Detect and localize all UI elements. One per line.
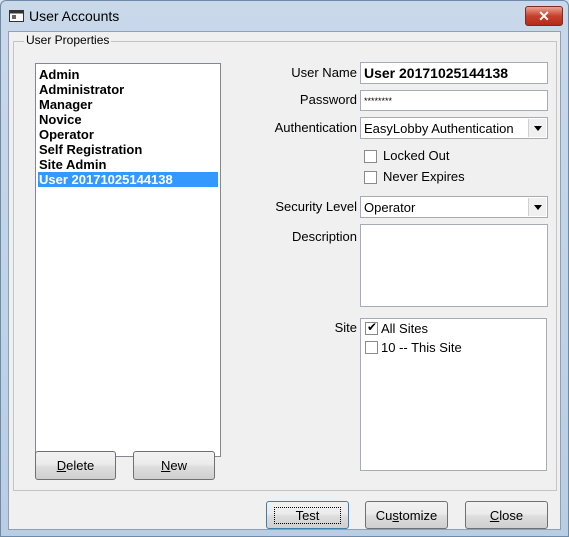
- list-item[interactable]: User 20171025144138: [38, 172, 218, 187]
- description-field[interactable]: [360, 224, 548, 307]
- dialog-client-area: User Properties Admin Administrator Manage…: [8, 31, 561, 530]
- password-field[interactable]: ********: [360, 90, 548, 111]
- window-title: User Accounts: [29, 8, 120, 24]
- check-icon: ✔: [367, 320, 378, 334]
- close-window-button[interactable]: ✕: [525, 6, 563, 26]
- locked-out-label: Locked Out: [383, 148, 450, 163]
- chevron-down-icon[interactable]: [528, 198, 546, 216]
- chevron-down-icon[interactable]: [528, 119, 546, 137]
- security-level-label: Security Level: [275, 199, 357, 214]
- user-name-field[interactable]: User 20171025144138: [360, 62, 548, 84]
- authentication-label: Authentication: [274, 120, 357, 135]
- list-item[interactable]: Manager: [38, 97, 218, 112]
- list-item[interactable]: Operator: [38, 127, 218, 142]
- locked-out-checkbox[interactable]: [364, 150, 377, 163]
- never-expires-label: Never Expires: [383, 169, 465, 184]
- never-expires-checkbox[interactable]: [364, 171, 377, 184]
- list-item[interactable]: Self Registration: [38, 142, 218, 157]
- close-icon: ✕: [538, 7, 550, 24]
- customize-button[interactable]: Cu s tomize: [365, 501, 448, 529]
- list-item[interactable]: Administrator: [38, 82, 218, 97]
- description-label: Description: [291, 229, 357, 244]
- user-name-label: User Name: [291, 65, 357, 80]
- test-button[interactable]: Test: [266, 501, 349, 529]
- site-label: Site: [334, 320, 357, 335]
- password-label: Password: [299, 92, 357, 107]
- site-item-all-sites[interactable]: ✔ All Sites: [365, 320, 428, 336]
- window-icon: [9, 10, 24, 22]
- delete-button[interactable]: Delete: [35, 451, 116, 480]
- site-list[interactable]: ✔ All Sites 10 -- This Site: [360, 318, 547, 471]
- site-item-this-site[interactable]: 10 -- This Site: [365, 340, 462, 355]
- user-list[interactable]: Admin Administrator Manager Novice Operator S…: [35, 63, 221, 457]
- user-accounts-window: User Accounts ✕ User Properties Admin Adm…: [0, 0, 569, 537]
- list-item[interactable]: Admin: [38, 67, 218, 82]
- list-item[interactable]: Novice: [38, 112, 218, 127]
- title-bar[interactable]: User Accounts ✕: [1, 1, 568, 31]
- authentication-select[interactable]: EasyLobby Authentication: [360, 117, 548, 139]
- security-level-select[interactable]: Operator: [360, 196, 548, 218]
- new-button[interactable]: New: [133, 451, 215, 480]
- group-label: User Properties: [24, 33, 112, 47]
- site-checkbox[interactable]: ✔: [365, 320, 378, 335]
- close-button[interactable]: Close: [465, 501, 548, 529]
- site-checkbox[interactable]: [365, 341, 378, 354]
- list-item[interactable]: Site Admin: [38, 157, 218, 172]
